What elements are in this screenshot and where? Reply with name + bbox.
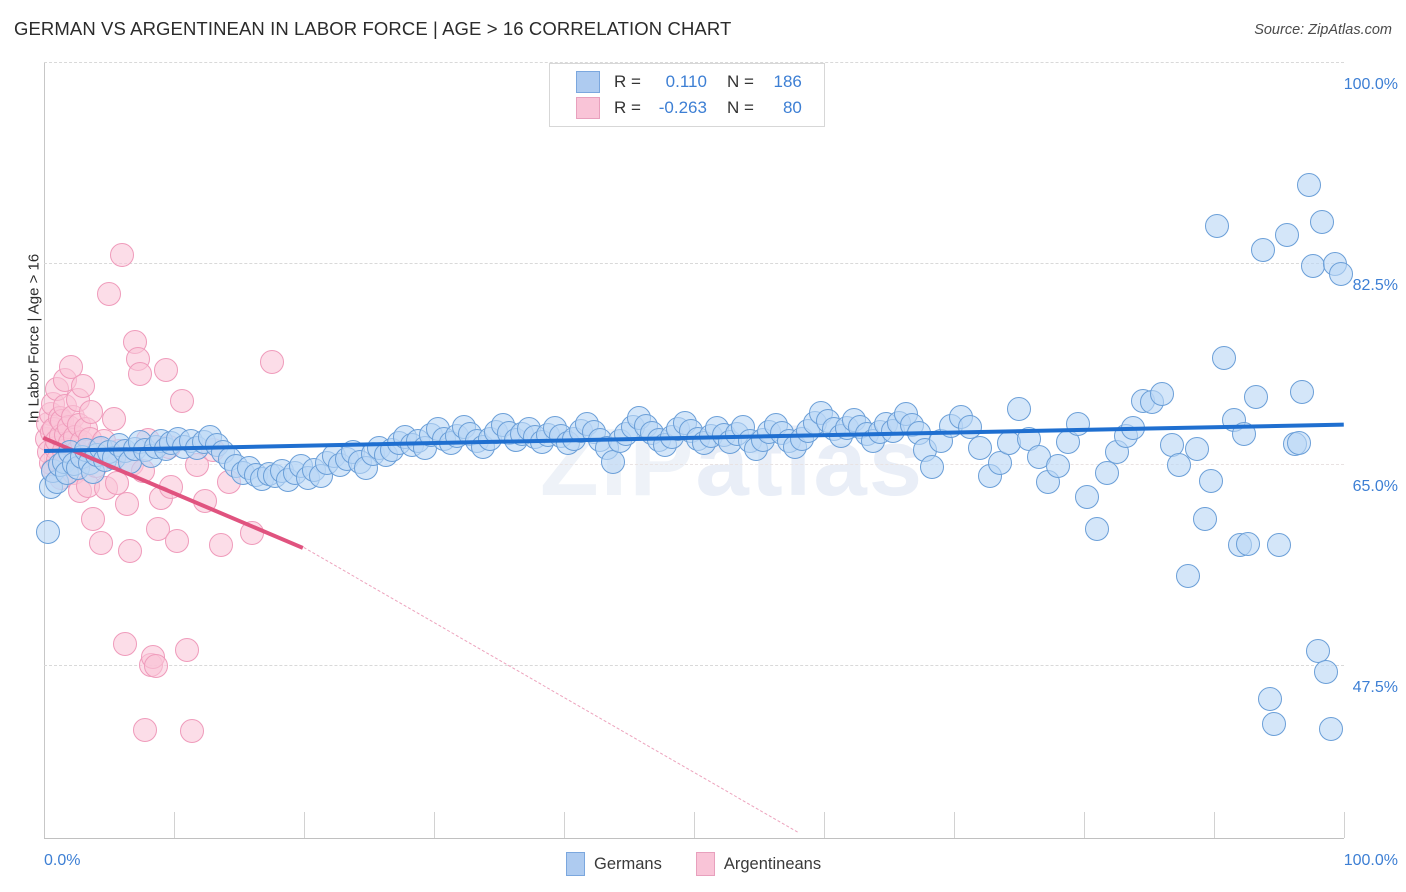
data-point-blue	[1074, 485, 1099, 510]
data-point-pink	[89, 531, 114, 556]
data-point-pink	[117, 539, 142, 564]
legend-swatch-germans-icon	[566, 852, 585, 876]
legend-label-germans: Germans	[594, 854, 662, 873]
data-point-blue	[1212, 346, 1237, 371]
x-axis-tick	[1084, 812, 1085, 838]
x-axis-min-label: 0.0%	[44, 852, 81, 869]
data-point-pink	[97, 281, 121, 306]
x-axis-max-label: 100.0%	[1343, 852, 1398, 869]
n-value-argentineans: 80	[782, 98, 802, 117]
data-point-blue	[1290, 379, 1315, 404]
data-point-pink	[128, 362, 153, 387]
data-point-blue	[1176, 564, 1200, 589]
data-point-pink	[102, 407, 127, 432]
correlation-chart: GERMAN VS ARGENTINEAN IN LABOR FORCE | A…	[0, 0, 1406, 892]
x-axis-tick	[434, 812, 435, 838]
source-attribution: Source: ZipAtlas.com	[1254, 22, 1392, 38]
argentineans-swatch-icon	[576, 97, 600, 119]
data-point-pink	[78, 400, 103, 425]
n-label-germans: N =	[726, 72, 754, 91]
x-axis-tick	[954, 812, 955, 838]
data-point-blue	[1251, 238, 1276, 263]
data-point-blue	[1150, 381, 1174, 406]
legend-label-argentineans: Argentineans	[723, 854, 822, 873]
n-label-argentineans: N =	[726, 98, 754, 117]
stats-row-argentineans: R = -0.263 N = 80	[550, 95, 824, 121]
data-point-blue	[1095, 461, 1120, 486]
plot-area	[34, 62, 1354, 837]
data-point-pink	[154, 357, 179, 382]
data-point-blue	[1204, 214, 1229, 239]
x-axis-tick	[174, 812, 175, 838]
x-axis-tick	[1344, 812, 1345, 838]
data-point-pink	[175, 637, 199, 662]
data-point-blue	[1046, 454, 1070, 479]
data-point-blue	[1296, 172, 1321, 197]
r-label-argentineans: R =	[614, 98, 641, 117]
data-point-blue	[1267, 533, 1291, 558]
page-title: GERMAN VS ARGENTINEAN IN LABOR FORCE | A…	[14, 18, 732, 39]
series-legend: Germans Argentineans	[566, 852, 855, 876]
data-point-blue	[1185, 436, 1210, 461]
data-point-pink	[112, 632, 137, 657]
data-point-blue	[1319, 717, 1343, 742]
legend-swatch-argentineans-icon	[695, 852, 715, 876]
r-label-germans: R =	[614, 72, 641, 91]
data-point-pink	[133, 718, 158, 743]
data-point-blue	[1257, 687, 1282, 712]
trendline-pinkdash	[303, 546, 798, 833]
y-axis-tick-label: 47.5%	[1352, 678, 1398, 696]
x-axis-tick	[694, 812, 695, 838]
legend-item-germans[interactable]: Germans	[566, 852, 662, 876]
data-point-pink	[169, 388, 194, 413]
x-axis-tick	[1214, 812, 1215, 838]
data-point-blue	[1274, 223, 1299, 248]
data-point-pink	[71, 373, 95, 398]
y-axis-tick-label: 65.0%	[1352, 477, 1398, 495]
x-axis-tick	[824, 812, 825, 838]
data-point-pink	[81, 506, 106, 531]
data-point-pink	[110, 242, 134, 267]
gridline	[44, 664, 1344, 666]
data-point-blue	[919, 455, 944, 480]
data-point-pink	[259, 349, 284, 374]
x-axis-tick	[304, 812, 305, 838]
y-axis-tick-label: 82.5%	[1352, 276, 1398, 294]
data-point-blue	[35, 519, 60, 544]
data-point-blue	[1261, 712, 1286, 737]
data-point-pink	[164, 528, 189, 553]
data-point-pink	[115, 492, 140, 517]
data-point-blue	[1192, 506, 1217, 531]
data-point-blue	[601, 449, 626, 474]
data-point-pink	[143, 653, 168, 678]
data-point-blue	[1329, 262, 1354, 287]
data-point-blue	[1007, 396, 1031, 421]
data-point-blue	[968, 435, 992, 460]
data-point-blue	[1286, 431, 1311, 456]
n-value-germans: 186	[773, 72, 802, 91]
correlation-stats-box: R = 0.110 N = 186 R = -0.263 N = 80	[549, 63, 825, 127]
data-point-pink	[180, 719, 205, 744]
data-point-blue	[1309, 209, 1334, 234]
legend-item-argentineans[interactable]: Argentineans	[695, 852, 822, 876]
gridline	[44, 262, 1344, 264]
germans-swatch-icon	[576, 71, 600, 93]
data-point-blue	[1085, 517, 1109, 542]
data-point-blue	[1199, 469, 1224, 494]
data-point-blue	[1235, 532, 1260, 557]
data-point-blue	[1313, 659, 1338, 684]
stats-row-germans: R = 0.110 N = 186	[550, 69, 824, 95]
r-value-argentineans: -0.263	[658, 98, 707, 117]
r-value-germans: 0.110	[665, 72, 707, 91]
data-point-pink	[208, 533, 233, 558]
data-point-blue	[1300, 254, 1325, 279]
x-axis-tick	[564, 812, 565, 838]
data-point-blue	[1243, 385, 1268, 410]
x-axis-line	[44, 838, 1344, 839]
y-axis-tick-label: 100.0%	[1343, 76, 1398, 93]
